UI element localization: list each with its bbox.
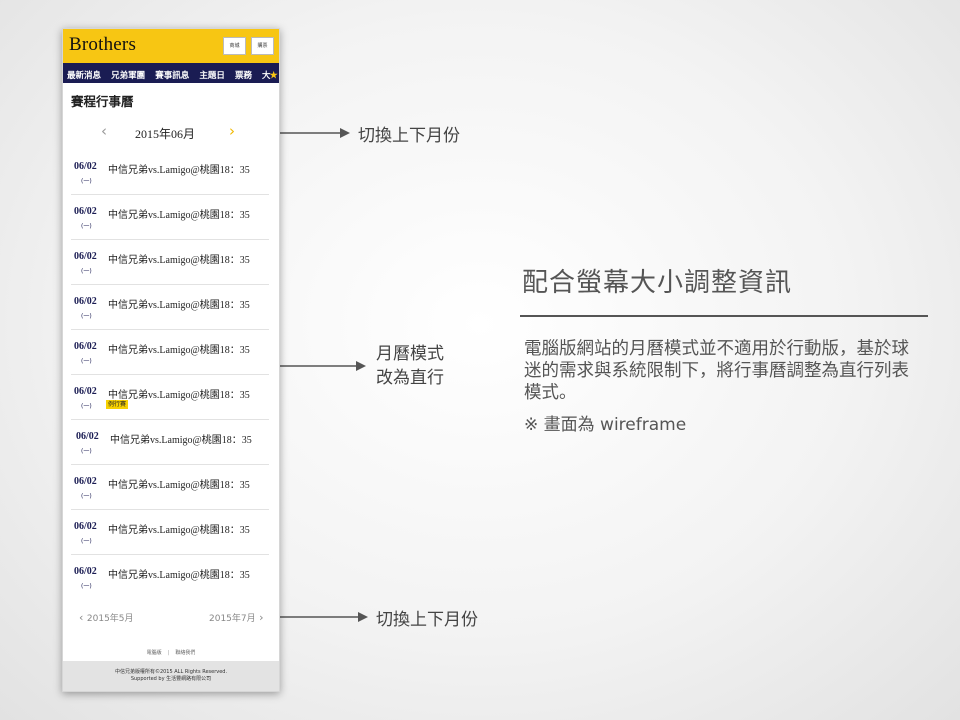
slide-note: ※ 畫面為 wireframe xyxy=(524,415,687,435)
game-date: 06/02 xyxy=(74,476,97,487)
annotation-month-switch-top: 切換上下月份 xyxy=(358,126,460,146)
desktop-version-link[interactable]: 電腦版 xyxy=(147,650,162,656)
game-date: 06/02 xyxy=(74,206,97,217)
game-weekday: (一) xyxy=(81,448,92,455)
game-title: 中信兄弟vs.Lamigo@桃園18：35 xyxy=(108,570,250,581)
list-item[interactable]: 06/02 中信兄弟vs.Lamigo@桃園18：35 (一) xyxy=(71,284,269,330)
star-icon: ★ xyxy=(269,70,278,80)
chevron-left-icon[interactable]: ‹ xyxy=(101,122,107,140)
list-item[interactable]: 06/02 中信兄弟vs.Lamigo@桃園18：35 (一) xyxy=(71,239,269,285)
logo[interactable]: Brothers xyxy=(69,34,136,56)
main-nav: 最新消息 兄弟軍團 賽事訊息 主題日 票務 大★ xyxy=(63,63,279,83)
game-weekday: (一) xyxy=(81,583,92,590)
slide-description: 電腦版網站的月曆模式並不適用於行動版，基於球迷的需求與系統限制下，將行事曆調整為… xyxy=(524,339,909,403)
game-weekday: (一) xyxy=(81,538,92,545)
game-weekday: (一) xyxy=(81,178,92,185)
annotation-line: 改為直行 xyxy=(376,368,444,388)
copyright: 中信兄弟版權所有©2015 ALL Rights Reserved. Suppo… xyxy=(63,661,279,691)
annotation-calendar-mode: 月曆模式 改為直行 xyxy=(376,342,444,390)
list-item[interactable]: 06/02 中信兄弟vs.Lamigo@桃園18：35 (一) xyxy=(71,464,269,510)
separator: | xyxy=(167,650,170,656)
chevron-right-icon: › xyxy=(255,611,264,624)
nav-item-news[interactable]: 最新消息 xyxy=(67,65,101,83)
game-title: 中信兄弟vs.Lamigo@桃園18：35 xyxy=(108,210,250,221)
game-date: 06/02 xyxy=(74,566,97,577)
list-item[interactable]: 06/02 中信兄弟vs.Lamigo@桃園18：35 (一) xyxy=(71,509,269,555)
game-weekday: (一) xyxy=(81,268,92,275)
game-date: 06/02 xyxy=(74,161,97,172)
game-title: 中信兄弟vs.Lamigo@桃園18：35 xyxy=(110,435,252,446)
next-month-label: 2015年7月 xyxy=(209,614,256,624)
footer-links: 電腦版 | 聯絡我們 xyxy=(63,649,279,656)
list-item[interactable]: 06/02 中信兄弟vs.Lamigo@桃園18：35 (一) xyxy=(71,419,269,465)
contact-link[interactable]: 聯絡我們 xyxy=(175,650,195,656)
next-month-link[interactable]: 2015年7月 › xyxy=(209,611,264,624)
game-date: 06/02 xyxy=(74,386,97,397)
game-weekday: (一) xyxy=(81,358,92,365)
ticket-button[interactable]: 購票 xyxy=(251,37,274,55)
slide-heading: 配合螢幕大小調整資訊 xyxy=(522,268,793,298)
divider xyxy=(520,315,928,317)
copyright-line: 中信兄弟版權所有©2015 ALL Rights Reserved. xyxy=(114,669,228,675)
game-weekday: (一) xyxy=(81,313,92,320)
chevron-right-icon[interactable]: › xyxy=(229,122,235,140)
annotation-line: 月曆模式 xyxy=(376,344,444,364)
game-date: 06/02 xyxy=(76,431,99,442)
game-date: 06/02 xyxy=(74,251,97,262)
game-weekday: (一) xyxy=(81,403,92,410)
game-title: 中信兄弟vs.Lamigo@桃園18：35 xyxy=(108,300,250,311)
nav-item-games[interactable]: 賽事訊息 xyxy=(155,65,189,83)
top-bar: Brothers 商城 購票 xyxy=(63,29,279,63)
month-switcher: ‹ 2015年06月 › xyxy=(63,122,279,141)
shop-button[interactable]: 商城 xyxy=(223,37,246,55)
game-title: 中信兄弟vs.Lamigo@桃園18：35 xyxy=(108,255,250,266)
chevron-left-icon: ‹ xyxy=(79,611,87,624)
game-date: 06/02 xyxy=(74,341,97,352)
game-type-badge: 例行賽 xyxy=(106,400,129,409)
game-date: 06/02 xyxy=(74,296,97,307)
list-item[interactable]: 06/02 中信兄弟vs.Lamigo@桃園18：35 (一) xyxy=(71,149,269,195)
game-title: 中信兄弟vs.Lamigo@桃園18：35 xyxy=(108,525,250,536)
game-title: 中信兄弟vs.Lamigo@桃園18：35 xyxy=(108,345,250,356)
list-item[interactable]: 06/02 中信兄弟vs.Lamigo@桃園18：35 (一) 例行賽 xyxy=(71,374,269,420)
nav-item-tickets[interactable]: 票務 xyxy=(235,65,252,83)
list-item[interactable]: 06/02 中信兄弟vs.Lamigo@桃園18：35 (一) xyxy=(71,194,269,240)
game-date: 06/02 xyxy=(74,521,97,532)
annotation-month-switch-bottom: 切換上下月份 xyxy=(376,610,478,630)
mobile-wireframe: Brothers 商城 購票 最新消息 兄弟軍團 賽事訊息 主題日 票務 大★ … xyxy=(62,28,280,692)
game-weekday: (一) xyxy=(81,493,92,500)
prev-month-link[interactable]: ‹ 2015年5月 xyxy=(79,611,134,624)
page-title: 賽程行事曆 xyxy=(71,95,134,109)
nav-item-theme-day[interactable]: 主題日 xyxy=(199,65,225,83)
prev-month-label: 2015年5月 xyxy=(86,614,134,624)
list-item[interactable]: 06/02 中信兄弟vs.Lamigo@桃園18：35 (一) xyxy=(71,329,269,375)
game-weekday: (一) xyxy=(81,223,92,230)
game-title: 中信兄弟vs.Lamigo@桃園18：35 xyxy=(108,480,250,491)
game-title: 中信兄弟vs.Lamigo@桃園18：35 xyxy=(108,390,250,401)
month-pager: ‹ 2015年5月 2015年7月 › xyxy=(63,611,279,625)
game-title: 中信兄弟vs.Lamigo@桃園18：35 xyxy=(108,165,250,176)
supported-by-line: Supported by 生活豐網路有限公司 xyxy=(130,676,212,682)
list-item[interactable]: 06/02 中信兄弟vs.Lamigo@桃園18：35 (一) xyxy=(71,554,269,599)
current-month: 2015年06月 xyxy=(135,127,196,141)
nav-item-team[interactable]: 兄弟軍團 xyxy=(111,65,145,83)
